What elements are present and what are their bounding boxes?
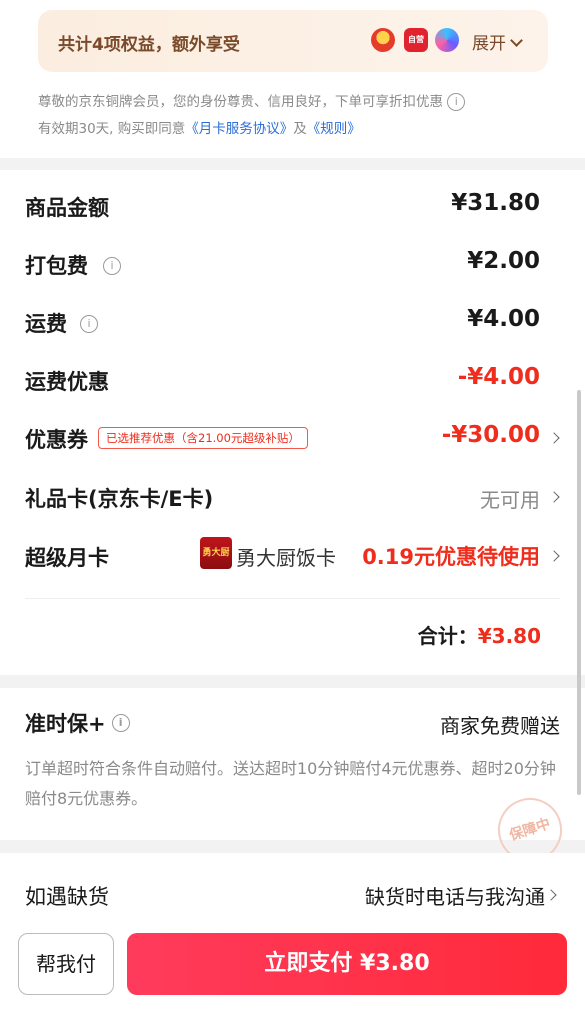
shipping-fee-value: ¥4.00 [467,306,540,332]
fees-card: 商品金额 ¥31.80 打包费 i ¥2.00 运费 i ¥4.00 运费优惠 … [0,170,585,675]
notice-line1: 尊敬的京东铜牌会员，您的身份尊贵、信用良好，下单可享折扣优惠 [38,94,443,110]
goods-amount-row: 商品金额 ¥31.80 [25,186,560,226]
goods-amount-value: ¥31.80 [451,190,540,216]
total: 合计：¥3.80 [418,620,541,649]
total-label: 合计： [417,624,478,648]
divider [25,598,560,599]
membership-notice: 尊敬的京东铜牌会员，您的身份尊贵、信用良好，下单可享折扣优惠 i 有效期30天,… [38,89,466,143]
jd-self-run-icon: 自营 [404,28,428,52]
membership-card: 共计4项权益，额外享受 自营 展开 尊敬的京东铜牌会员，您的身份尊贵、信用良好，… [0,0,585,158]
agreement-link[interactable]: 《月卡服务协议》 [185,121,293,137]
packing-fee-row: 打包费 i ¥2.00 [25,244,560,284]
notice-line2-prefix: 有效期30天, 购买即同意 [38,121,186,137]
ontime-gift: 商家免费赠送 [440,714,560,738]
chevron-down-icon [510,34,523,47]
gift-card-row[interactable]: 礼品卡(京东卡/E卡) 无可用 [25,477,560,517]
super-card-label: 超级月卡 [25,546,109,570]
info-icon[interactable]: i [80,315,98,333]
packing-fee-label: 打包费 [25,254,88,278]
expand-label: 展开 [472,34,506,54]
super-card-value: 0.19元优惠待使用 [362,545,540,569]
ontime-card: 准时保+ i 商家免费赠送 订单超时符合条件自动赔付。送达超时10分钟赔付4元优惠… [0,688,585,871]
coupon-row[interactable]: 优惠券 已选推荐优惠（含21.00元超级补贴） -¥30.00 [25,418,560,458]
ontime-description: 订单超时符合条件自动赔付。送达超时10分钟赔付4元优惠券、超时20分钟赔付8元优… [25,759,556,808]
info-icon[interactable]: i [447,93,466,111]
chevron-right-icon [548,491,560,503]
shipping-discount-value: -¥4.00 [457,364,540,390]
total-value: ¥3.80 [477,624,541,648]
packing-fee-value: ¥2.00 [467,248,540,274]
shipping-fee-label: 运费 [25,312,67,336]
app-icon [435,28,459,52]
super-card-row[interactable]: 超级月卡 勇大厨 勇大厨饭卡 0.19元优惠待使用 [25,536,560,576]
and-text: 及 [293,121,307,137]
coupon-value: -¥30.00 [441,422,540,448]
shipping-fee-row: 运费 i ¥4.00 [25,302,560,342]
gift-card-value: 无可用 [480,488,540,512]
stock-option[interactable]: 缺货时电话与我沟通 [365,881,545,910]
goods-amount-label: 商品金额 [25,196,109,220]
shipping-discount-label: 运费优惠 [25,370,109,394]
pay-now-button[interactable]: 立即支付 ¥3.80 [127,933,567,995]
super-card-shop: 勇大厨饭卡 [236,546,336,570]
chevron-right-icon [548,432,560,444]
mascot-icon [371,28,395,52]
ontime-title: 准时保+ i [25,708,130,738]
coupon-tag: 已选推荐优惠（含21.00元超级补贴） [98,427,308,449]
info-icon[interactable]: i [103,257,121,275]
help-pay-button[interactable]: 帮我付 [18,933,114,995]
scrollbar[interactable] [577,390,581,795]
chevron-right-icon [548,550,560,562]
ontime-title-text: 准时保+ [25,712,106,736]
chevron-right-icon [545,889,557,901]
info-icon[interactable]: i [111,714,130,732]
benefits-bar[interactable]: 共计4项权益，额外享受 自营 展开 [38,10,548,72]
rules-link[interactable]: 《规则》 [307,121,361,137]
shipping-discount-row: 运费优惠 -¥4.00 [25,360,560,400]
expand-button[interactable]: 展开 [472,29,523,54]
gift-card-label: 礼品卡(京东卡/E卡) [25,487,214,511]
coupon-label: 优惠券 [25,428,88,452]
shop-logo-icon: 勇大厨 [200,537,232,569]
benefits-title: 共计4项权益，额外享受 [58,35,240,55]
stock-label: 如遇缺货 [25,885,109,909]
